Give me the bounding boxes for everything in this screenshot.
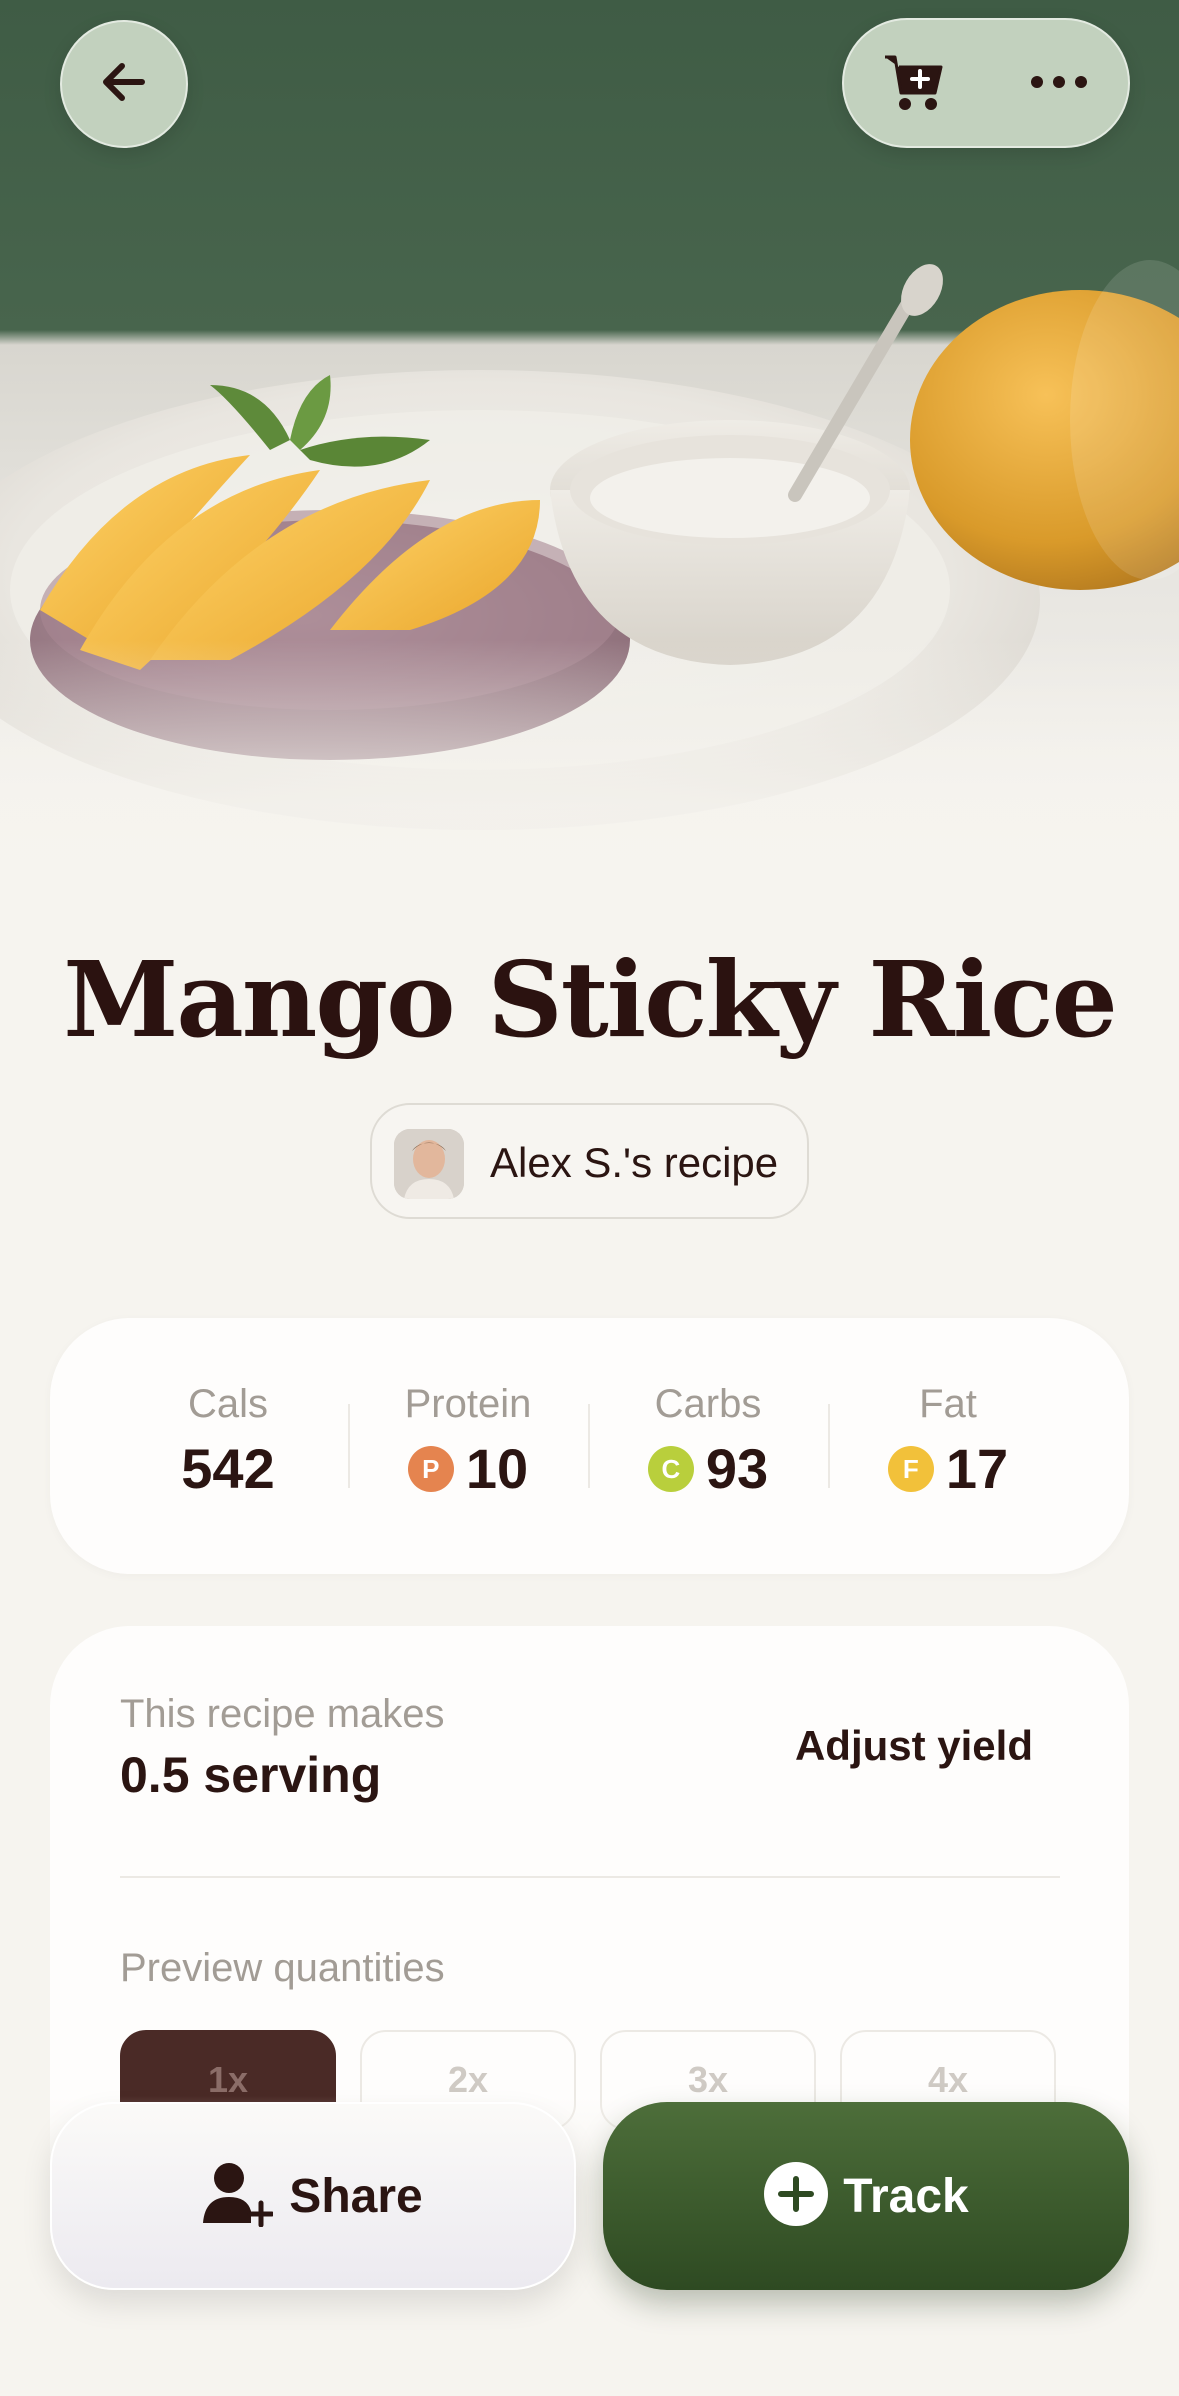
share-button[interactable]: Share bbox=[50, 2102, 576, 2290]
more-options-button[interactable] bbox=[1014, 48, 1104, 120]
macro-label: Cals bbox=[187, 1382, 269, 1426]
macro-value: 17 bbox=[945, 1437, 1009, 1500]
nutrition-summary-card: Cals 542 Protein P 10 Carbs C 93 Fat F 1… bbox=[50, 1318, 1129, 1574]
plus-circle-icon bbox=[763, 2161, 829, 2232]
macro-label: Protein bbox=[404, 1382, 532, 1426]
author-chip[interactable]: Alex S.'s recipe bbox=[370, 1103, 809, 1219]
divider bbox=[120, 1876, 1060, 1878]
macro-value: 93 bbox=[705, 1437, 769, 1500]
author-name: Alex S.'s recipe bbox=[490, 1139, 779, 1186]
macro-value: 10 bbox=[465, 1437, 529, 1500]
fat-badge-icon: F bbox=[887, 1446, 934, 1492]
preview-quantities-label: Preview quantities bbox=[120, 1946, 445, 1990]
hero-fade bbox=[0, 640, 1179, 940]
macro-label: Carbs bbox=[654, 1382, 762, 1426]
header-actions bbox=[842, 18, 1130, 148]
track-label: Track bbox=[843, 2169, 969, 2223]
cart-plus-icon bbox=[881, 49, 947, 120]
macro-fat: Fat F 17 bbox=[828, 1380, 1068, 1504]
back-button[interactable] bbox=[60, 20, 188, 148]
user-plus-icon bbox=[203, 2161, 275, 2232]
yield-label: This recipe makes bbox=[120, 1692, 445, 1736]
macro-protein: Protein P 10 bbox=[348, 1380, 588, 1504]
yield-value: 0.5 serving bbox=[120, 1747, 382, 1803]
macro-label: Fat bbox=[919, 1382, 977, 1426]
share-label: Share bbox=[289, 2169, 423, 2223]
arrow-left-icon bbox=[96, 54, 152, 115]
add-to-cart-button[interactable] bbox=[874, 48, 954, 120]
macro-carbs: Carbs C 93 bbox=[588, 1380, 828, 1504]
more-horizontal-icon bbox=[1029, 74, 1089, 95]
macro-value: 542 bbox=[181, 1437, 275, 1500]
carbs-badge-icon: C bbox=[647, 1446, 694, 1492]
protein-badge-icon: P bbox=[407, 1446, 454, 1492]
avatar bbox=[394, 1129, 464, 1199]
adjust-yield-button[interactable]: Adjust yield bbox=[795, 1722, 1033, 1770]
recipe-title: Mango Sticky Rice bbox=[63, 938, 1118, 1061]
track-button[interactable]: Track bbox=[603, 2102, 1129, 2290]
macro-calories: Cals 542 bbox=[108, 1380, 348, 1504]
